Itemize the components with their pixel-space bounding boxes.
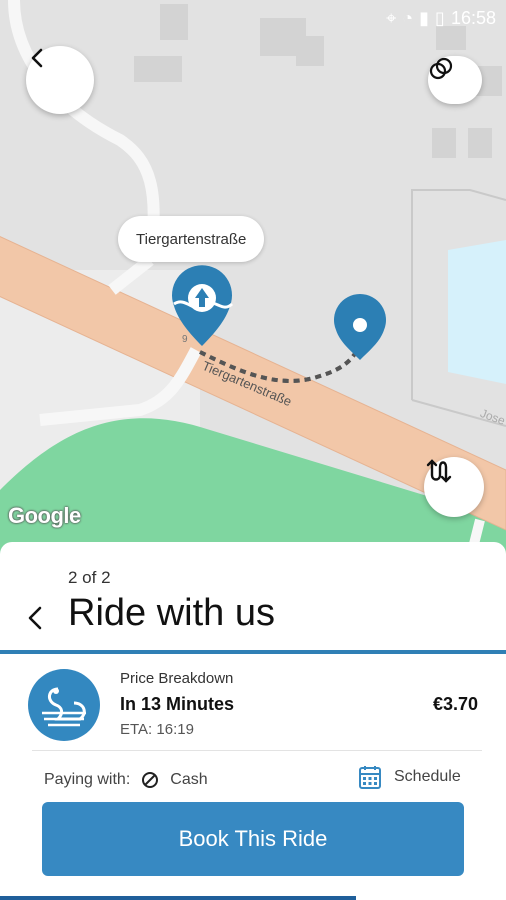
provider-logo [28,669,100,741]
ride-sheet: 2 of 2 Ride with us Price Breakdown In 1… [0,542,506,900]
signal-icon: ▮ [419,8,430,28]
divider [32,750,482,751]
arrival-minutes: In 13 Minutes [120,694,235,714]
location-icon: ⌖ [386,8,397,28]
battery-icon: ▯ [435,8,445,28]
chevron-left-icon [31,48,43,68]
sheet-title: Ride with us [68,592,275,634]
map-layers-button[interactable] [428,56,482,104]
map-house-number: 9 [182,334,188,345]
google-logo: Google [8,503,81,528]
map-view[interactable]: ⌖ ◔ ▮ ▯ 16:58 Tiergartenstraße Tiergarte… [0,0,506,560]
schedule-label: Schedule [394,768,461,785]
street-label: Tiergartenstraße [118,216,265,262]
ride-price: €3.70 [432,694,478,714]
divider-accent [0,650,506,654]
paying-label: Paying with: [44,771,131,788]
status-bar: ⌖ ◔ ▮ ▯ 16:58 [0,0,506,36]
price-breakdown-link[interactable]: Price Breakdown [120,670,233,687]
cash-icon [142,772,159,788]
calendar-icon [359,766,381,789]
route-icon [426,459,452,483]
schedule-button[interactable]: Schedule [358,764,461,790]
bottom-progress [0,896,356,900]
wifi-icon: ◔ [402,8,414,28]
chevron-left-icon [28,606,42,630]
step-indicator: 2 of 2 [68,568,111,587]
route-button[interactable] [424,457,484,517]
layers-icon [429,57,453,80]
status-time: 16:58 [450,8,496,28]
map-back-button[interactable] [26,46,94,114]
sheet-back-button[interactable] [20,598,52,638]
swan-icon [42,687,86,727]
payment-method[interactable]: Paying with: Cash [44,770,208,790]
payment-method-label: Cash [170,771,208,788]
eta-text: ETA: 16:19 [120,721,194,738]
book-ride-button[interactable]: Book This Ride [42,802,464,876]
